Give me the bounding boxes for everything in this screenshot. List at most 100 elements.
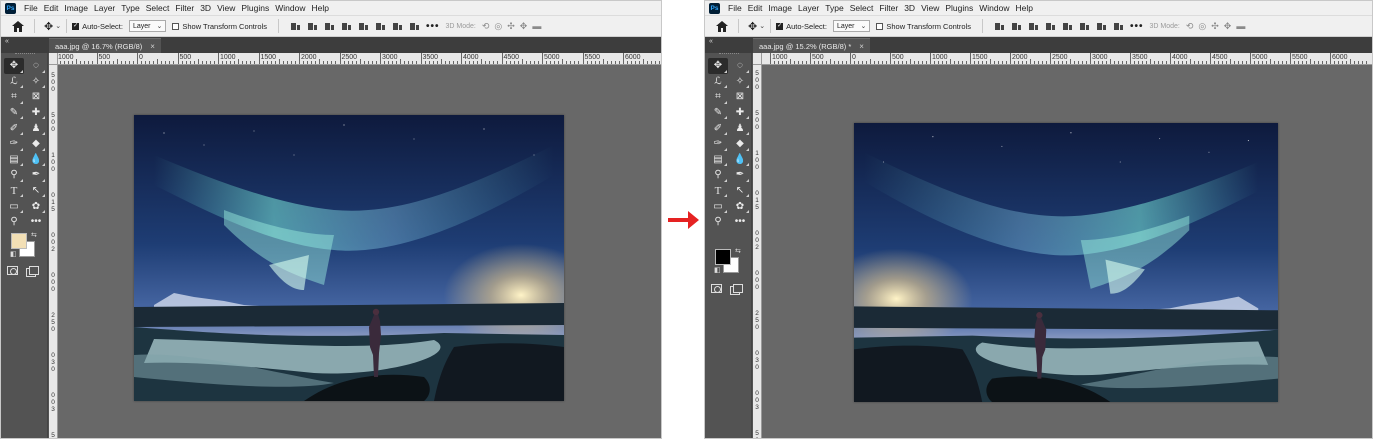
show-transform-checkbox[interactable] [876,22,884,30]
menu-select[interactable]: Select [847,3,877,13]
menu-edit[interactable]: Edit [41,3,62,13]
history-brush-tool-icon[interactable]: ✑ [4,136,24,152]
move-tool-preset[interactable]: ✥ ⌄ [748,20,765,33]
roll-3d-icon[interactable]: ◎ [1198,21,1206,32]
orbit-3d-icon[interactable]: ⟲ [482,21,490,32]
aurora-photo-flipped[interactable] [854,123,1278,402]
rectangle-tool-icon[interactable]: ▭ [4,198,24,214]
ruler-origin[interactable] [753,53,762,65]
crop-tool-icon[interactable]: ⌗ [4,89,24,105]
home-icon[interactable] [711,18,733,34]
menu-type[interactable]: Type [118,3,142,13]
distribute-icon[interactable] [341,22,352,31]
canvas-workspace[interactable] [762,65,1372,438]
quick-mask-icon[interactable] [711,284,722,293]
marquee-tool-icon[interactable]: ◌ [730,58,750,74]
horizontal-ruler[interactable]: 1000 500 0 500 1000 1500 2000 2500 3000 3500 4000 4… [58,53,661,65]
move-tool-icon[interactable]: ✥ [708,58,728,74]
brush-tool-icon[interactable]: ✐ [4,120,24,136]
menu-type[interactable]: Type [822,3,846,13]
path-selection-tool-icon[interactable]: ↖ [26,183,46,199]
document-tab[interactable]: aaa.jpg @ 15.2% (RGB/8) * × [753,38,870,53]
close-icon[interactable]: × [150,42,155,51]
vertical-ruler[interactable]: 500500100015002000250030003500 [753,65,762,438]
lasso-tool-icon[interactable]: ℒ [4,74,24,90]
collapse-panel-icon[interactable]: « [5,38,9,45]
menu-help[interactable]: Help [1012,3,1035,13]
eyedropper-tool-icon[interactable]: ✎ [4,105,24,121]
align-left-icon[interactable] [290,22,301,31]
roll-3d-icon[interactable]: ◎ [494,21,502,32]
pen-tool-icon[interactable]: ✒ [730,167,750,183]
align-right-icon[interactable] [324,22,335,31]
eraser-tool-icon[interactable]: ◆ [26,136,46,152]
align-middle-icon[interactable] [375,22,386,31]
collapse-panel-icon[interactable]: « [709,38,713,45]
menu-window[interactable]: Window [976,3,1012,13]
menu-image[interactable]: Image [765,3,795,13]
eraser-tool-icon[interactable]: ◆ [730,136,750,152]
menu-file[interactable]: File [21,3,41,13]
more-options-icon[interactable]: ••• [1130,21,1144,32]
canvas-workspace[interactable] [58,65,661,438]
zoom-tool-icon[interactable]: ⚲ [708,214,728,230]
dodge-tool-icon[interactable]: ⚲ [708,167,728,183]
default-colors-icon[interactable]: ◧ [714,266,721,274]
healing-brush-tool-icon[interactable]: ✚ [26,105,46,121]
camera-3d-icon[interactable]: ▬ [1236,21,1245,32]
type-tool-icon[interactable]: T [708,183,728,199]
gradient-tool-icon[interactable]: ▤ [4,152,24,168]
slide-3d-icon[interactable]: ✥ [520,21,528,32]
screen-mode-icon[interactable] [730,284,743,295]
move-tool-icon[interactable]: ✥ [4,58,24,74]
custom-shape-tool-icon[interactable]: ✿ [26,198,46,214]
distribute-vertical-icon[interactable] [409,22,420,31]
menu-3d[interactable]: 3D [197,3,214,13]
frame-tool-icon[interactable]: ⊠ [730,89,750,105]
type-tool-icon[interactable]: T [4,183,24,199]
quick-mask-icon[interactable] [7,266,18,275]
more-tools-icon[interactable]: ••• [26,214,46,230]
menu-view[interactable]: View [214,3,238,13]
menu-3d[interactable]: 3D [901,3,918,13]
home-icon[interactable] [7,18,29,34]
screen-mode-icon[interactable] [26,266,39,277]
menu-file[interactable]: File [725,3,745,13]
custom-shape-tool-icon[interactable]: ✿ [730,198,750,214]
lasso-tool-icon[interactable]: ℒ [708,74,728,90]
auto-select-target-dropdown[interactable]: Layer ⌄ [128,20,167,32]
default-colors-icon[interactable]: ◧ [10,250,17,258]
vertical-ruler[interactable]: 500500100015002000250030003500 [49,65,58,438]
orbit-3d-icon[interactable]: ⟲ [1186,21,1194,32]
magic-wand-tool-icon[interactable]: ✧ [26,74,46,90]
aurora-photo[interactable] [134,115,564,401]
magic-wand-tool-icon[interactable]: ✧ [730,74,750,90]
clone-stamp-tool-icon[interactable]: ♟ [26,120,46,136]
healing-brush-tool-icon[interactable]: ✚ [730,105,750,121]
drag-3d-icon[interactable]: ✣ [1211,21,1219,32]
swap-colors-icon[interactable]: ⇆ [735,247,741,255]
show-transform-checkbox[interactable] [172,22,180,30]
menu-edit[interactable]: Edit [745,3,766,13]
align-top-icon[interactable] [358,22,369,31]
blur-tool-icon[interactable]: 💧 [26,152,46,168]
align-bottom-icon[interactable] [392,22,403,31]
history-brush-tool-icon[interactable]: ✑ [708,136,728,152]
ruler-origin[interactable] [49,53,58,65]
drag-3d-icon[interactable]: ✣ [507,21,515,32]
align-center-icon[interactable] [307,22,318,31]
auto-select-checkbox[interactable]: ✓ [72,22,80,30]
swap-colors-icon[interactable]: ⇆ [31,231,37,239]
blur-tool-icon[interactable]: 💧 [730,152,750,168]
panel-grip[interactable] [15,53,35,56]
align-bottom-icon[interactable] [1096,22,1107,31]
brush-tool-icon[interactable]: ✐ [708,120,728,136]
frame-tool-icon[interactable]: ⊠ [26,89,46,105]
path-selection-tool-icon[interactable]: ↖ [730,183,750,199]
pen-tool-icon[interactable]: ✒ [26,167,46,183]
menu-view[interactable]: View [918,3,942,13]
menu-image[interactable]: Image [61,3,91,13]
menu-layer[interactable]: Layer [91,3,118,13]
clone-stamp-tool-icon[interactable]: ♟ [730,120,750,136]
distribute-icon[interactable] [1045,22,1056,31]
